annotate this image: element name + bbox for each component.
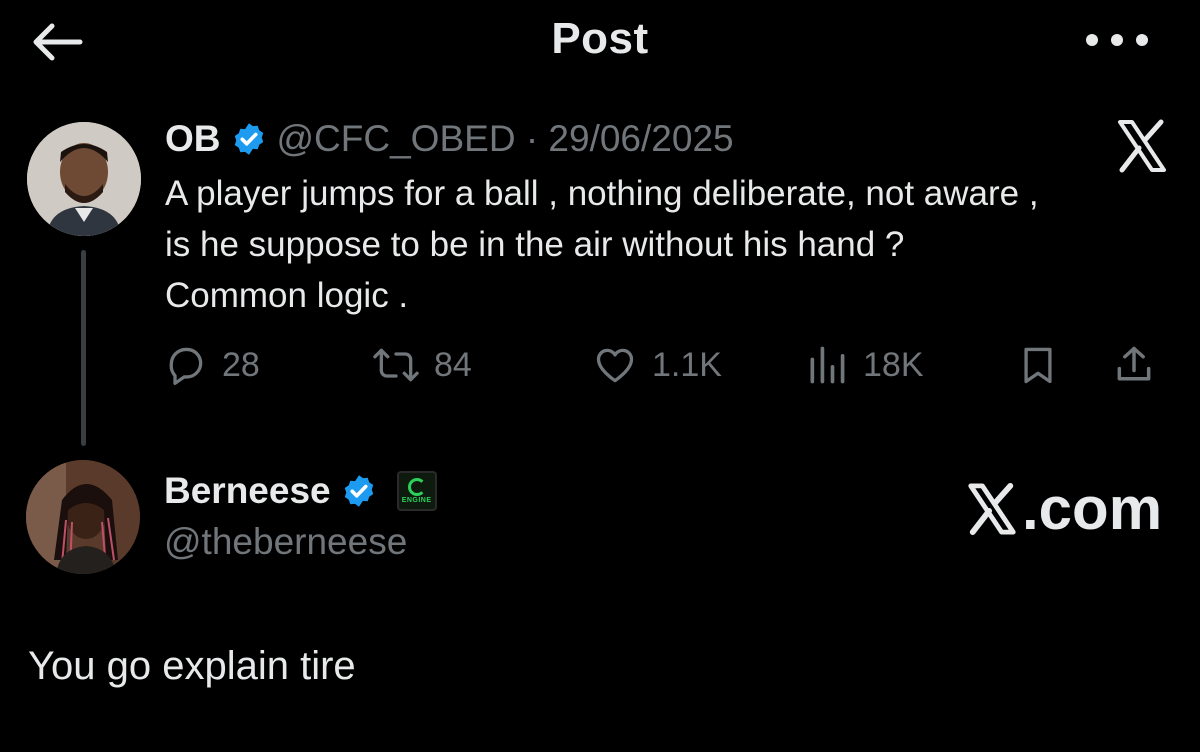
reply-author-row: Berneese ENGINE xyxy=(164,470,437,512)
repost-count: 84 xyxy=(434,345,472,384)
avatar[interactable] xyxy=(27,122,141,236)
more-horizontal-icon xyxy=(1086,34,1098,46)
post-actions-bar: 28 84 1.1K 18K xyxy=(0,340,1200,390)
x-logo-icon xyxy=(968,482,1016,535)
author-name[interactable]: OB xyxy=(165,118,221,160)
x-logo-icon xyxy=(1118,119,1166,173)
more-button[interactable] xyxy=(1086,28,1148,52)
bookmark-icon xyxy=(1024,347,1052,384)
post-body-text: A player jumps for a ball , nothing deli… xyxy=(165,174,1039,315)
watermark-text: .com xyxy=(1022,475,1163,542)
x-com-watermark: .com xyxy=(964,474,1162,543)
repost-icon xyxy=(373,348,419,382)
avatar[interactable] xyxy=(26,460,140,574)
reply-count: 28 xyxy=(222,345,260,384)
affiliate-badge-icon[interactable]: ENGINE xyxy=(396,471,437,511)
like-count: 1.1K xyxy=(652,345,722,384)
reply-button[interactable]: 28 xyxy=(164,343,260,387)
share-button[interactable] xyxy=(1112,343,1156,387)
profile-photo xyxy=(27,122,141,236)
reply-icon xyxy=(169,347,203,385)
post-screen: Post OB @CFC_OBED · 29/06/2025 A player … xyxy=(0,0,1200,752)
author-name[interactable]: Berneese xyxy=(164,470,331,512)
repost-button[interactable]: 84 xyxy=(372,343,472,387)
page-title: Post xyxy=(551,14,649,63)
analytics-icon xyxy=(810,346,845,384)
like-button[interactable]: 1.1K xyxy=(592,343,722,387)
views-count: 18K xyxy=(863,345,924,384)
reply-body-text: You go explain tire xyxy=(28,644,356,688)
affiliate-badge-label: ENGINE xyxy=(401,497,432,504)
verified-badge-icon xyxy=(344,475,373,507)
bookmark-button[interactable] xyxy=(1016,343,1060,387)
author-handle-date: @CFC_OBED · 29/06/2025 xyxy=(276,118,734,159)
post-author-row: OB @CFC_OBED · 29/06/2025 xyxy=(165,118,734,160)
share-icon xyxy=(1117,346,1151,381)
views-button[interactable]: 18K xyxy=(805,343,924,387)
author-handle: @theberneese xyxy=(164,521,408,562)
profile-photo xyxy=(26,460,140,574)
heart-icon xyxy=(596,348,634,383)
verified-badge-icon xyxy=(234,123,263,155)
